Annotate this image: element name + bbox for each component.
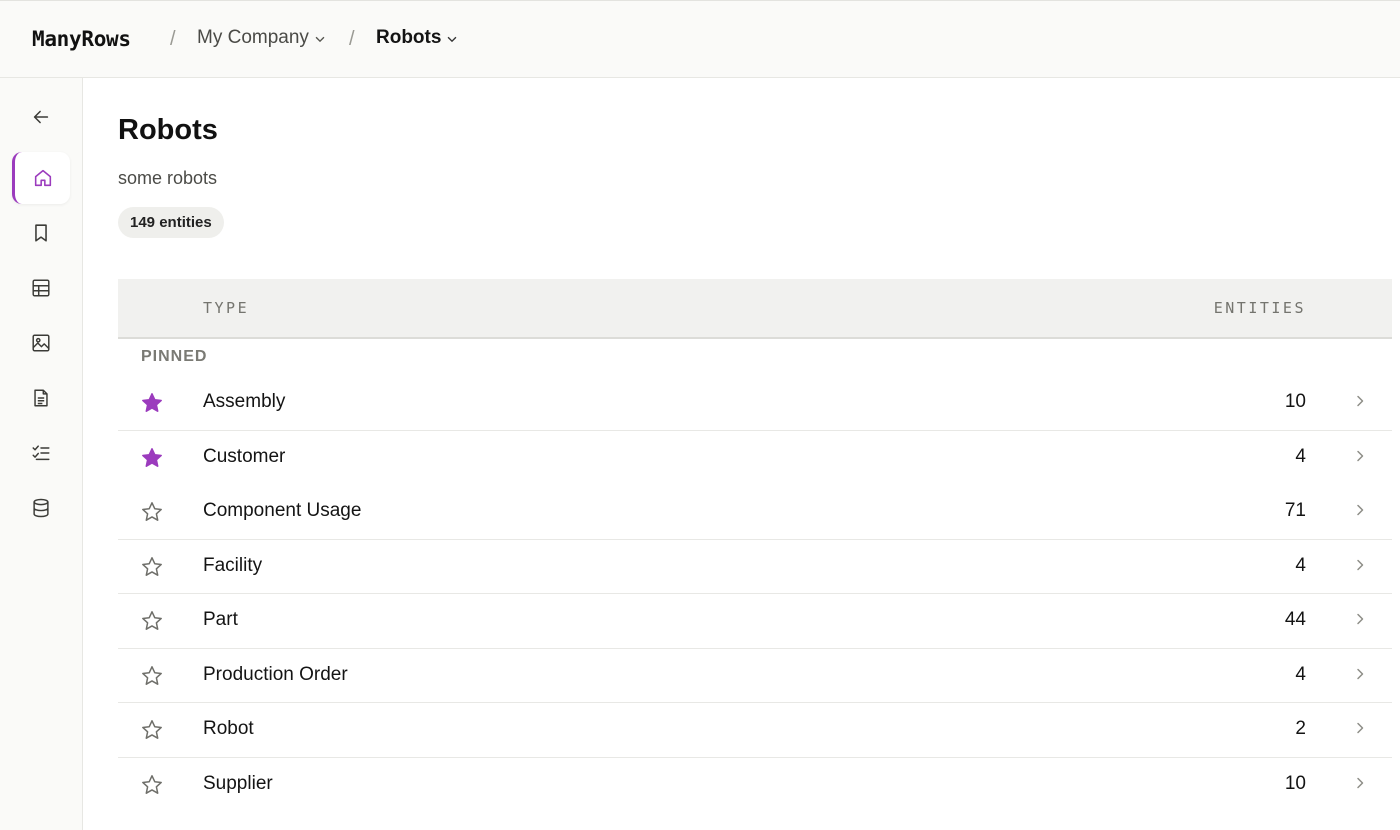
chevron-down-icon (448, 36, 457, 43)
star-filled-icon[interactable] (140, 446, 164, 470)
table-row[interactable]: Production Order 4 (118, 649, 1392, 703)
table-header: TYPE ENTITIES (118, 279, 1392, 339)
sidebar-item-bookmarks[interactable] (12, 207, 70, 259)
entity-count-badge: 149 entities (118, 207, 224, 238)
entity-types-table: TYPE ENTITIES PINNED Assembly 10 Customer 4… (118, 279, 1392, 812)
arrow-left-icon (33, 110, 49, 124)
row-type-name: Part (203, 609, 238, 630)
row-entity-count: 10 (1284, 772, 1306, 794)
pinned-rows: Assembly 10 Customer 4 (118, 376, 1392, 485)
star-outline-icon[interactable] (140, 555, 164, 579)
pinned-group-label: PINNED (141, 348, 208, 365)
table-row[interactable]: Facility 4 (118, 540, 1392, 594)
row-type-name: Assembly (203, 391, 286, 412)
chevron-right-icon (1352, 720, 1368, 736)
chevron-right-icon (1352, 393, 1368, 409)
sidebar-item-images[interactable] (12, 317, 70, 369)
page-title: Robots (118, 114, 218, 146)
table-row[interactable]: Part 44 (118, 594, 1392, 649)
chevron-right-icon (1352, 448, 1368, 464)
breadcrumb-separator: / (170, 28, 176, 50)
table-row[interactable]: Component Usage 71 (118, 485, 1392, 540)
breadcrumb-robots[interactable]: Robots (376, 27, 459, 49)
star-outline-icon[interactable] (140, 500, 164, 524)
star-outline-icon[interactable] (140, 664, 164, 688)
row-entity-count: 44 (1284, 609, 1306, 630)
row-entity-count: 4 (1295, 663, 1306, 685)
top-bar: ManyRows / My Company / Robots (0, 0, 1400, 78)
row-entity-count: 2 (1295, 718, 1306, 739)
table-row[interactable]: Assembly 10 (118, 376, 1392, 431)
column-header-entities[interactable]: ENTITIES (1214, 299, 1306, 317)
chevron-right-icon (1352, 502, 1368, 518)
row-type-name: Robot (203, 718, 254, 739)
chevron-down-icon (315, 36, 325, 43)
star-outline-icon[interactable] (140, 773, 164, 797)
page-description: some robots (118, 168, 218, 188)
chevron-right-icon (1352, 666, 1368, 682)
image-icon (32, 334, 50, 352)
database-icon (33, 498, 49, 518)
row-type-name: Component Usage (203, 500, 362, 521)
row-entity-count: 4 (1295, 554, 1306, 576)
table-row[interactable]: Customer 4 (118, 431, 1392, 486)
chevron-right-icon (1352, 611, 1368, 627)
row-type-name: Production Order (203, 663, 348, 685)
sidebar-item-database[interactable] (12, 482, 70, 534)
row-type-name: Customer (203, 445, 286, 467)
breadcrumb-company-label: My Company (197, 27, 309, 48)
table-row[interactable]: Supplier 10 (118, 758, 1392, 813)
unpinned-rows: Component Usage 71 Facility 4 Part 44 Producti… (118, 485, 1392, 812)
table-row[interactable]: Robot 2 (118, 703, 1392, 758)
row-type-name: Supplier (203, 772, 273, 794)
chevron-right-icon (1352, 557, 1368, 573)
star-filled-icon[interactable] (140, 391, 164, 415)
sidebar-item-home[interactable] (12, 152, 70, 204)
breadcrumb-company[interactable]: My Company (197, 27, 327, 49)
document-icon (34, 389, 48, 407)
row-entity-count: 10 (1284, 391, 1306, 412)
star-outline-icon[interactable] (140, 609, 164, 633)
app-logo[interactable]: ManyRows (32, 27, 131, 51)
sidebar-item-documents[interactable] (12, 372, 70, 424)
bookmark-icon (35, 224, 47, 242)
sidebar (0, 78, 83, 830)
row-entity-count: 4 (1295, 445, 1306, 467)
column-header-type[interactable]: TYPE (203, 299, 249, 317)
table-icon (32, 279, 50, 297)
sidebar-back-button[interactable] (12, 91, 70, 143)
sidebar-item-tasks[interactable] (12, 427, 70, 479)
checklist-icon (32, 445, 50, 461)
row-type-name: Facility (203, 554, 263, 576)
sidebar-item-tables[interactable] (12, 262, 70, 314)
row-entity-count: 71 (1284, 500, 1306, 521)
breadcrumb-robots-label: Robots (376, 27, 442, 48)
breadcrumb-separator: / (349, 28, 355, 50)
star-outline-icon[interactable] (140, 718, 164, 742)
home-icon (34, 169, 51, 187)
chevron-right-icon (1352, 775, 1368, 791)
